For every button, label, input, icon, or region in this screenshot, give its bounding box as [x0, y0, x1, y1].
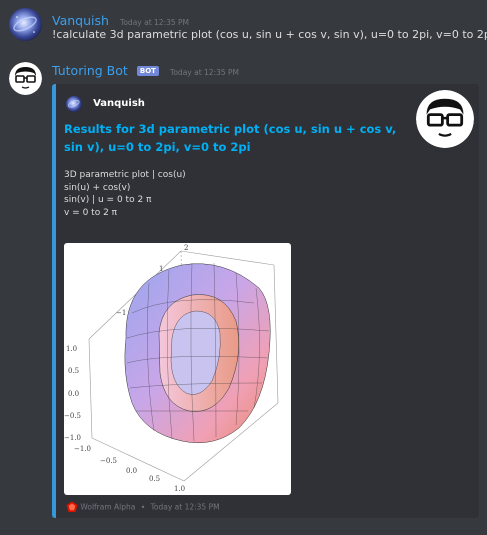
- timestamp: Today at 12:35 PM: [170, 68, 240, 77]
- footer-timestamp: Today at 12:35 PM: [150, 502, 220, 512]
- embed-description: 3D parametric plot | cos(u) sin(u) + cos…: [64, 169, 404, 219]
- galaxy-avatar-icon: [66, 95, 82, 112]
- plot-image[interactable]: 2 1 −1 1.0 0.5 0.0 −0.5 −1.0 −1.0 −0.5 0…: [64, 243, 291, 495]
- description-line: sin(v) | u = 0 to 2 π: [64, 195, 152, 205]
- tick-label: 0.0: [68, 390, 79, 398]
- tick-label: −0.5: [64, 412, 81, 420]
- message-header: Vanquish Today at 12:35 PM: [52, 10, 190, 28]
- embed: Vanquish Results for 3d parametric plot …: [52, 84, 479, 518]
- chat-messages: Vanquish Today at 12:35 PM !calculate 3d…: [0, 0, 487, 535]
- tick-label: 0.0: [126, 467, 137, 475]
- footer-provider: Wolfram Alpha: [80, 502, 136, 512]
- footer-separator: •: [140, 502, 146, 512]
- torus-surface: [124, 262, 271, 444]
- embed-author-name[interactable]: Vanquish: [93, 98, 145, 109]
- message-header: Tutoring Bot BOT Today at 12:35 PM: [52, 60, 240, 78]
- tick-label: −1.0: [64, 434, 81, 442]
- tick-label: 1.0: [174, 485, 185, 493]
- timestamp: Today at 12:35 PM: [120, 18, 190, 27]
- tick-label: 2: [184, 244, 188, 252]
- description-line: v = 0 to 2 π: [64, 207, 118, 218]
- message-vanquish: Vanquish Today at 12:35 PM !calculate 3d…: [0, 0, 487, 52]
- username[interactable]: Vanquish: [52, 13, 109, 28]
- tick-label: 1: [159, 265, 163, 273]
- message-content: !calculate 3d parametric plot (cos u, si…: [52, 28, 487, 41]
- wolfram-alpha-icon: [66, 501, 78, 513]
- embed-title[interactable]: Results for 3d parametric plot (cos u, s…: [64, 120, 404, 156]
- tick-label: −1.0: [74, 445, 91, 453]
- tick-label: 0.5: [68, 367, 79, 375]
- glasses-face-icon[interactable]: [9, 62, 42, 95]
- bot-badge: BOT: [136, 66, 159, 76]
- glasses-face-icon[interactable]: [416, 90, 474, 148]
- embed-footer: Wolfram Alpha • Today at 12:35 PM: [66, 501, 220, 515]
- tick-label: −0.5: [100, 457, 117, 465]
- tick-label: −1: [116, 309, 126, 317]
- tick-label: 0.5: [149, 475, 160, 483]
- message-tutoring-bot: Tutoring Bot BOT Today at 12:35 PM Vanqu…: [0, 52, 487, 535]
- username[interactable]: Tutoring Bot: [52, 63, 128, 78]
- description-line: 3D parametric plot | cos(u): [64, 170, 186, 180]
- galaxy-avatar-icon[interactable]: [9, 8, 42, 41]
- description-line: sin(u) + cos(v): [64, 182, 131, 193]
- embed-author: Vanquish: [66, 93, 145, 112]
- tick-label: 1.0: [66, 345, 77, 353]
